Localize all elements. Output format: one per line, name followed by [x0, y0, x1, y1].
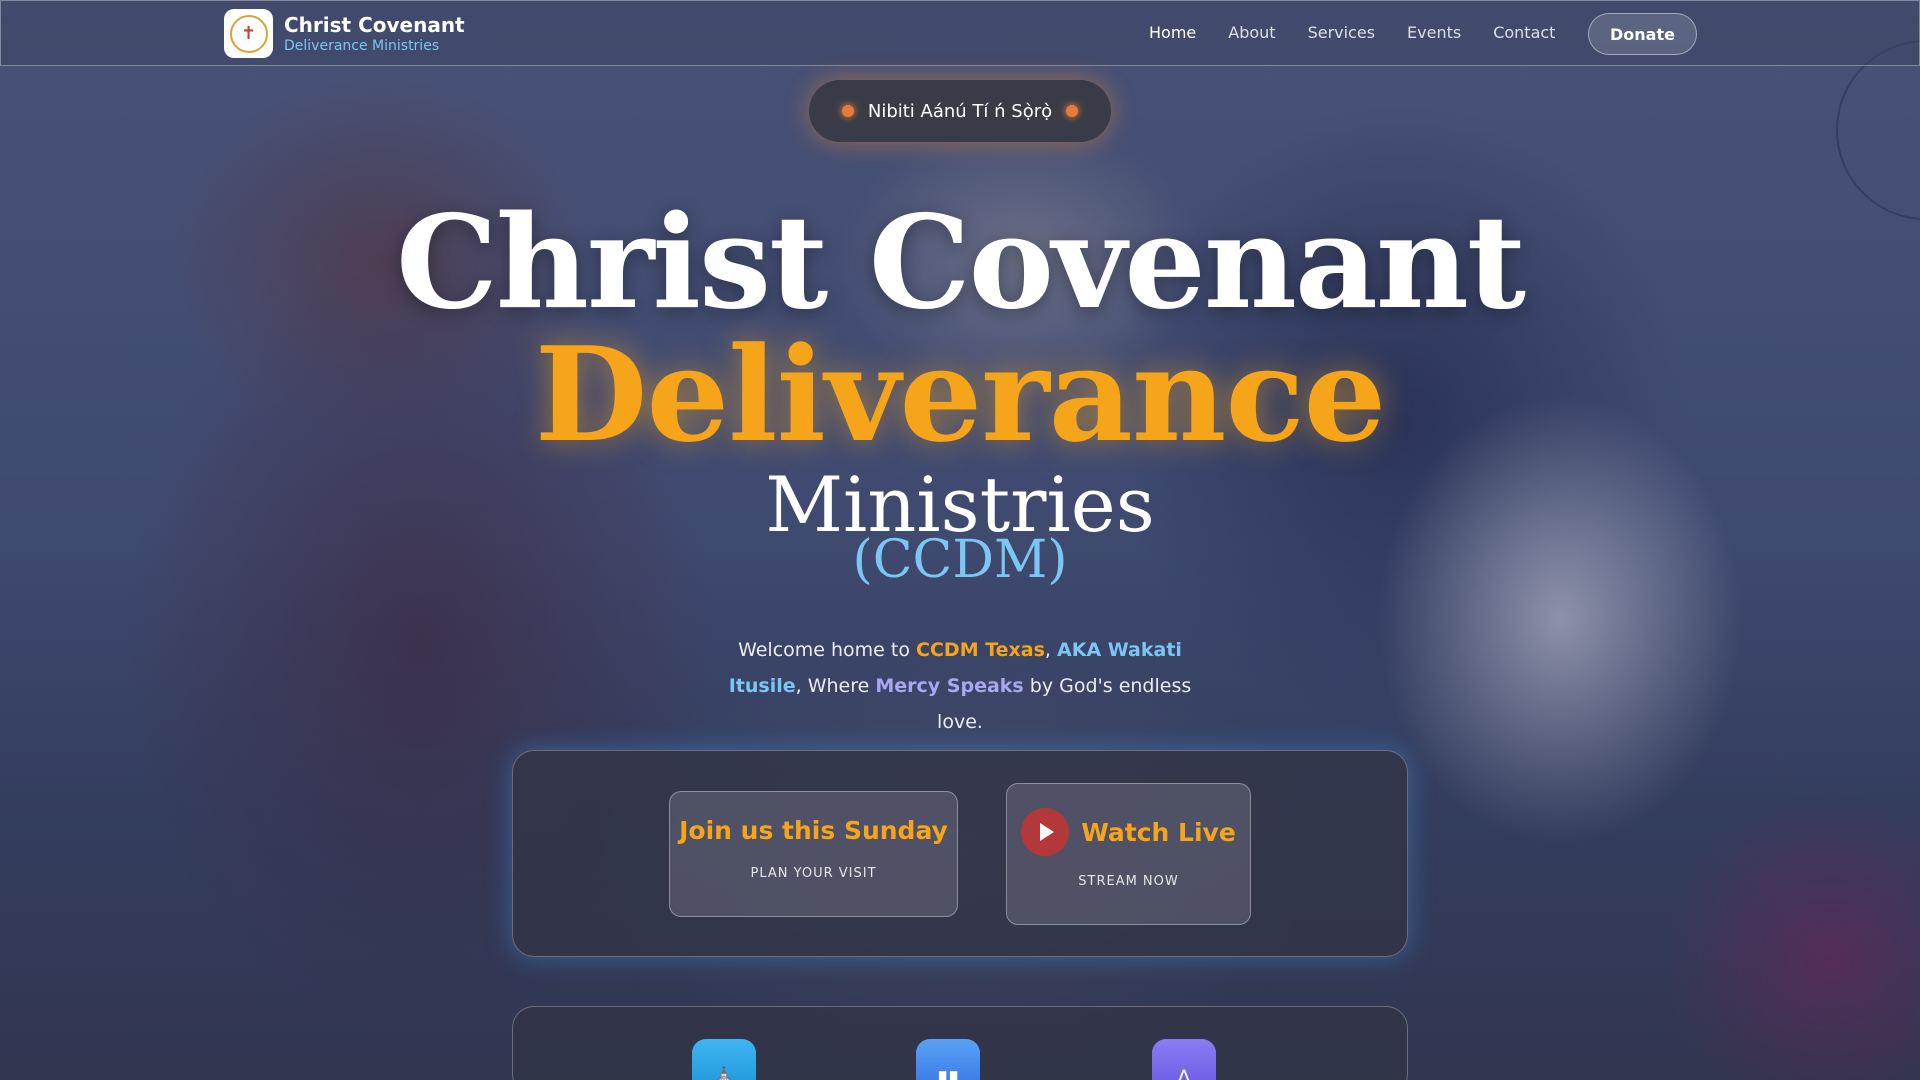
pill-dot-left	[841, 105, 854, 117]
praying-hands-icon[interactable]: ⋀	[1152, 1039, 1216, 1080]
watch-live-row: Watch Live	[1007, 808, 1250, 856]
hero-title-line1: Christ Covenant	[396, 188, 1526, 338]
nav-link-about[interactable]: About	[1228, 23, 1275, 43]
play-triangle	[1040, 823, 1055, 841]
welcome-highlight-mercy-speaks: Mercy Speaks	[875, 675, 1024, 697]
church-glyph: ⛪	[711, 1065, 737, 1080]
brand-subtitle: Deliverance Ministries	[284, 37, 440, 54]
donate-button[interactable]: Donate	[1588, 13, 1697, 55]
nav-link-contact[interactable]: Contact	[1493, 23, 1555, 43]
welcome-text-2: ,	[1044, 639, 1058, 661]
pill-dot-right	[1066, 105, 1079, 117]
welcome-text-1: Welcome home to	[738, 639, 917, 661]
plan-visit-label: PLAN YOUR VISIT	[750, 866, 877, 881]
join-sunday-title: Join us this Sunday	[679, 816, 948, 845]
tagline-pill: Nibiti Aánú Tí ń Sọ̀rọ̀	[809, 80, 1111, 142]
top-navbar: ✝ Christ Covenant Deliverance Ministries…	[0, 0, 1920, 66]
watch-live-title: Watch Live	[1081, 817, 1236, 847]
welcome-highlight-ccdm-texas: CCDM Texas	[916, 639, 1045, 661]
church-icon[interactable]: ⛪	[692, 1039, 756, 1080]
praying-hands-glyph: ⋀	[1175, 1065, 1193, 1080]
brand-text: Christ Covenant Deliverance Ministries	[284, 13, 465, 55]
nav-link-events[interactable]: Events	[1407, 23, 1461, 43]
join-sunday-button[interactable]: Join us this Sunday PLAN YOUR VISIT	[669, 791, 958, 917]
logo: ✝	[224, 9, 273, 58]
brand-title: Christ Covenant	[284, 12, 465, 37]
main-menu: Home About Services Events Contact	[1149, 23, 1587, 43]
brand-home-link[interactable]: ✝ Christ Covenant Deliverance Ministries	[224, 9, 465, 58]
stream-now-label: STREAM NOW	[1078, 874, 1179, 889]
watch-live-button[interactable]: Watch Live STREAM NOW	[1006, 783, 1251, 925]
cta-panel	[512, 750, 1408, 957]
church-seal-icon: ✝	[229, 14, 268, 53]
hero-title-abbreviation: (CCDM)	[852, 530, 1068, 590]
play-icon	[1021, 808, 1070, 856]
bible-icon[interactable]: ▮▮	[916, 1039, 980, 1080]
welcome-text: Welcome home to CCDM Texas, AKA Wakati I…	[720, 632, 1200, 740]
welcome-text-3: , Where	[795, 675, 876, 697]
tagline-text: Nibiti Aánú Tí ń Sọ̀rọ̀	[867, 100, 1053, 122]
nav-link-services[interactable]: Services	[1308, 23, 1375, 43]
bible-glyph: ▮▮	[936, 1065, 959, 1080]
hero-title-line2: Deliverance	[534, 318, 1387, 471]
nav-link-home[interactable]: Home	[1149, 23, 1196, 43]
